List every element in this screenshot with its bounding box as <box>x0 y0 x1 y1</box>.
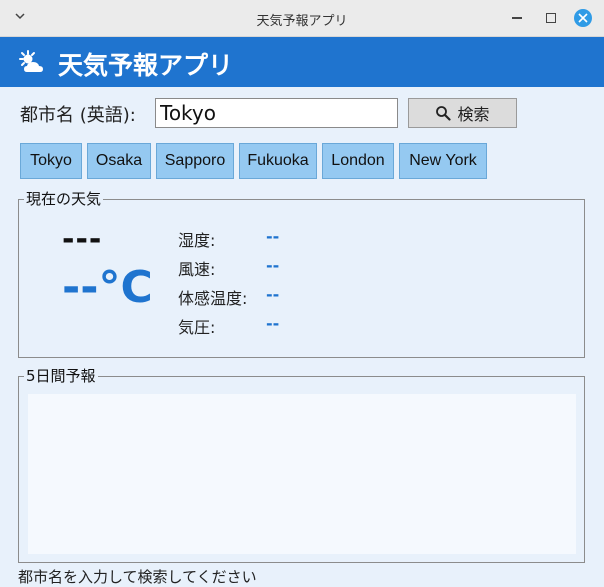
city-button-fukuoka[interactable]: Fukuoka <box>239 143 317 179</box>
close-button[interactable] <box>574 9 592 27</box>
city-button-new-york[interactable]: New York <box>399 143 487 179</box>
magnifier-icon <box>436 106 452 121</box>
city-button-osaka[interactable]: Osaka <box>87 143 151 179</box>
status-text: 都市名を入力して検索してください <box>18 568 257 586</box>
minimize-icon[interactable] <box>512 17 522 19</box>
city-input[interactable] <box>155 98 398 128</box>
weather-condition: --- <box>62 222 103 257</box>
maximize-icon[interactable] <box>546 13 556 23</box>
window-title: 天気予報アプリ <box>256 14 348 29</box>
window-titlebar: 天気予報アプリ <box>0 0 604 37</box>
forecast-list <box>28 394 576 554</box>
close-icon <box>578 13 588 23</box>
sun-cloud-icon <box>19 50 43 72</box>
forecast-title: 5日間予報 <box>24 367 98 385</box>
search-button[interactable]: 検索 <box>408 98 517 128</box>
wind-speed-value: -- <box>266 256 280 275</box>
app-title: 天気予報アプリ <box>58 51 234 80</box>
city-button-tokyo[interactable]: Tokyo <box>20 143 82 179</box>
city-button-sapporo[interactable]: Sapporo <box>156 143 234 179</box>
humidity-value: -- <box>266 227 280 246</box>
city-button-london[interactable]: London <box>322 143 394 179</box>
app-header: 天気予報アプリ <box>0 37 604 87</box>
temperature-value: --°C <box>62 262 153 313</box>
humidity-label: 湿度: <box>178 231 216 250</box>
current-weather-title: 現在の天気 <box>24 190 104 208</box>
search-button-label: 検索 <box>457 105 490 124</box>
city-label: 都市名 (英語): <box>20 105 136 126</box>
feels-like-label: 体感温度: <box>178 289 248 308</box>
pressure-value: -- <box>266 314 280 333</box>
wind-speed-label: 風速: <box>178 260 216 279</box>
feels-like-value: -- <box>266 285 280 304</box>
pressure-label: 気圧: <box>178 318 216 337</box>
